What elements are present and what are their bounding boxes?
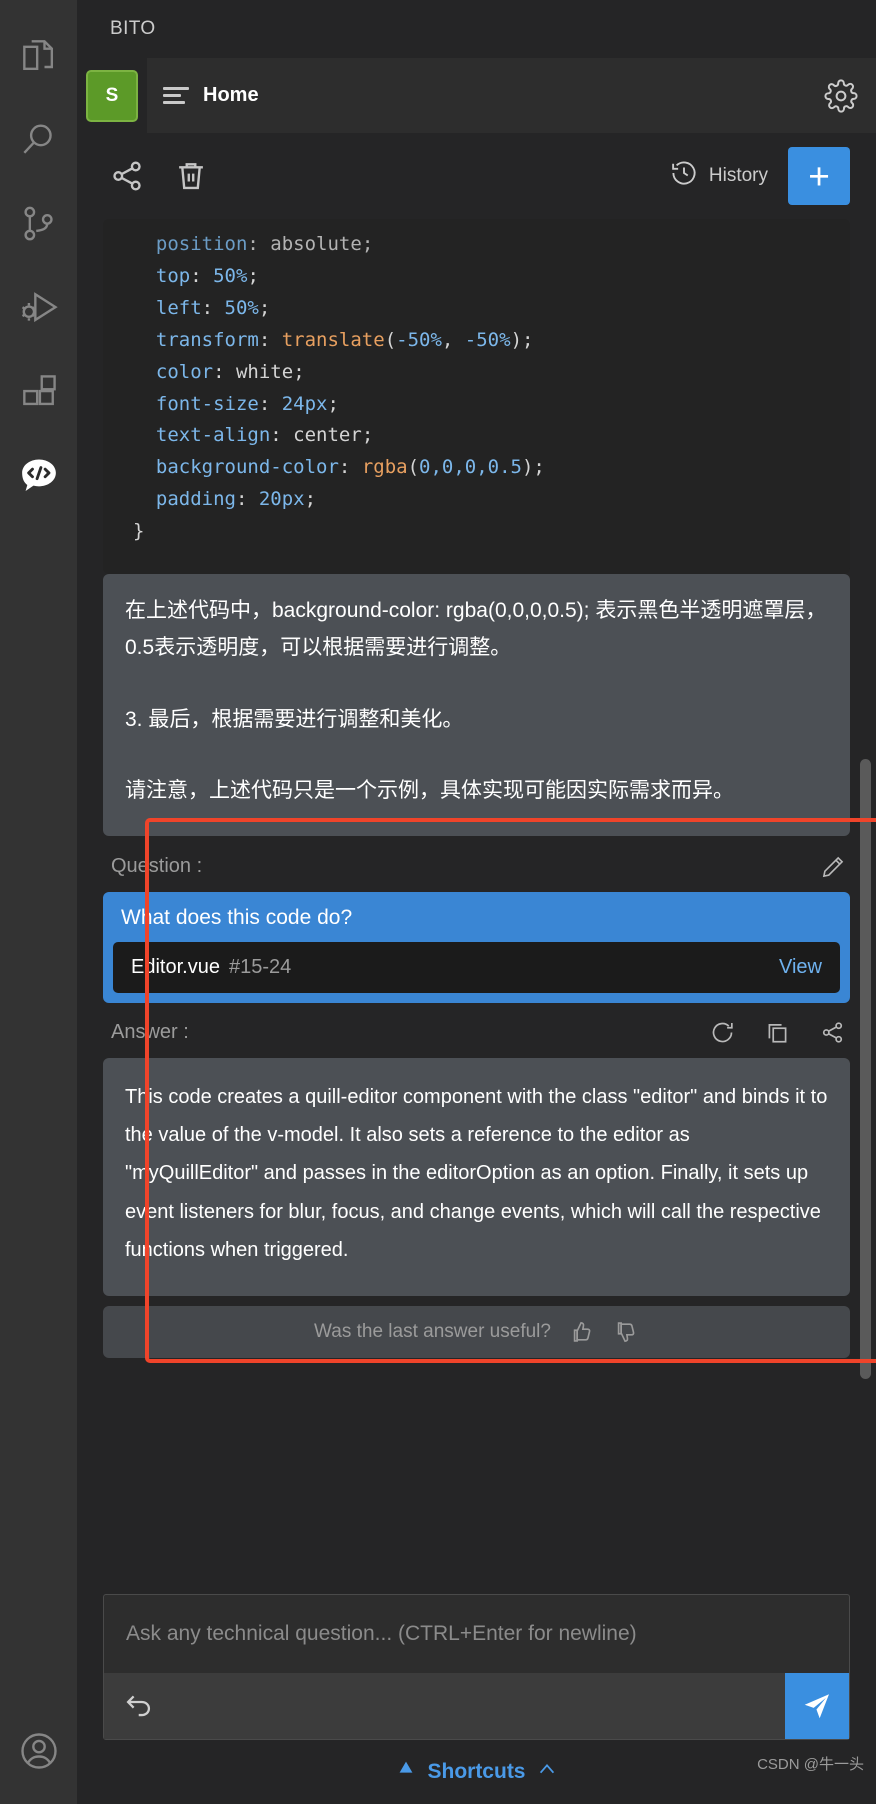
code-line: color: white; [155,360,305,383]
refresh-icon[interactable] [709,1019,736,1046]
page-title: BITO [77,0,876,58]
question-input-placeholder: Ask any technical question... (CTRL+Ente… [126,1622,637,1645]
new-chat-button[interactable]: + [788,147,850,205]
gear-icon[interactable] [806,58,876,133]
copy-icon[interactable] [764,1019,791,1046]
code-line: left: 50%; [155,296,271,319]
composer: Ask any technical question... (CTRL+Ente… [77,1594,876,1740]
code-line: transform: translate(-50%, -50%); [155,328,534,351]
watermark-credit: CSDN @牛一头 [757,1756,864,1773]
undo-icon[interactable] [122,1689,156,1723]
share-icon[interactable] [105,154,149,198]
bito-logo-icon [395,1758,417,1786]
account-icon[interactable] [0,1720,77,1804]
answer-header: Answer : [103,1003,850,1058]
code-line: position: absolute; [155,233,374,255]
assistant-message-bubble: 在上述代码中，background-color: rgba(0,0,0,0.5)… [103,574,850,836]
footer: Shortcuts CSDN @牛一头 [77,1740,876,1804]
chat-scroll-area[interactable]: position: absolute; top: 50%; left: 50%;… [77,219,876,1594]
code-block: position: absolute; top: 50%; left: 50%;… [103,219,850,575]
search-icon[interactable] [0,98,77,182]
history-icon [669,158,699,194]
answer-label: Answer : [111,1020,189,1043]
file-name: Editor.vue [131,955,220,978]
shortcuts-label: Shortcuts [427,1760,526,1783]
history-button[interactable]: History [669,158,768,194]
composer-input-box[interactable]: Ask any technical question... (CTRL+Ente… [103,1594,850,1740]
question-header: Question : [103,854,850,892]
code-line: } [133,520,145,543]
code-line: top: 50%; [155,264,259,287]
question-text: What does this code do? [121,905,353,929]
assistant-paragraph: 在上述代码中，background-color: rgba(0,0,0,0.5)… [125,599,827,660]
file-line-range: #15-24 [228,955,292,978]
code-line: padding: 20px; [155,488,317,511]
view-file-link[interactable]: View [779,956,822,979]
source-control-icon[interactable] [0,182,77,266]
shortcuts-button[interactable]: Shortcuts [395,1758,557,1786]
feedback-bar: Was the last answer useful? [103,1305,850,1358]
bito-panel: BITO S Home History + position: absolute… [77,0,876,1804]
menu-lines-icon [163,87,189,104]
composer-actions [104,1673,849,1739]
assistant-paragraph: 3. 最后，根据需要进行调整和美化。 [125,707,464,731]
share-icon[interactable] [819,1019,846,1046]
code-line: background-color: rgba(0,0,0,0.5); [155,456,545,479]
tab-strip-filler [284,58,806,133]
question-card: What does this code do? Editor.vue #15-2… [103,891,850,1003]
code-line: font-size: 24px; [155,392,339,415]
history-label: History [708,165,768,186]
question-file-reference[interactable]: Editor.vue #15-24 View [113,941,840,993]
qa-block: Question : What does this code do? Edito… [103,836,850,1358]
chat-scrollbar[interactable] [860,759,871,1379]
run-debug-icon[interactable] [0,266,77,350]
tab-home-label: Home [203,84,259,106]
tab-strip: S Home [77,58,876,133]
avatar[interactable]: S [86,69,138,122]
trash-icon[interactable] [169,154,213,198]
workspace-avatar-wrap[interactable]: S [77,58,147,133]
bito-vscode-window: BITO S Home History + position: absolute… [0,0,876,1804]
activity-bar [0,0,77,1804]
extensions-icon[interactable] [0,350,77,434]
question-label: Question : [111,855,203,878]
assistant-paragraph: 请注意，上述代码只是一个示例，具体实现可能因实际需求而异。 [125,779,734,803]
bito-chat-icon[interactable] [0,434,77,518]
thumbs-down-icon[interactable] [611,1318,639,1346]
tab-home[interactable]: Home [147,58,285,133]
chevron-up-icon [536,1758,558,1786]
answer-text: This code creates a quill-editor compone… [103,1057,850,1296]
send-button[interactable] [785,1673,849,1739]
chat-toolbar: History + [77,133,876,219]
question-input[interactable]: Ask any technical question... (CTRL+Ente… [104,1595,849,1673]
feedback-label: Was the last answer useful? [314,1320,551,1342]
thumbs-up-icon[interactable] [567,1318,595,1346]
pencil-icon[interactable] [820,854,846,880]
explorer-icon[interactable] [0,14,77,98]
code-line: text-align: center; [155,424,374,447]
